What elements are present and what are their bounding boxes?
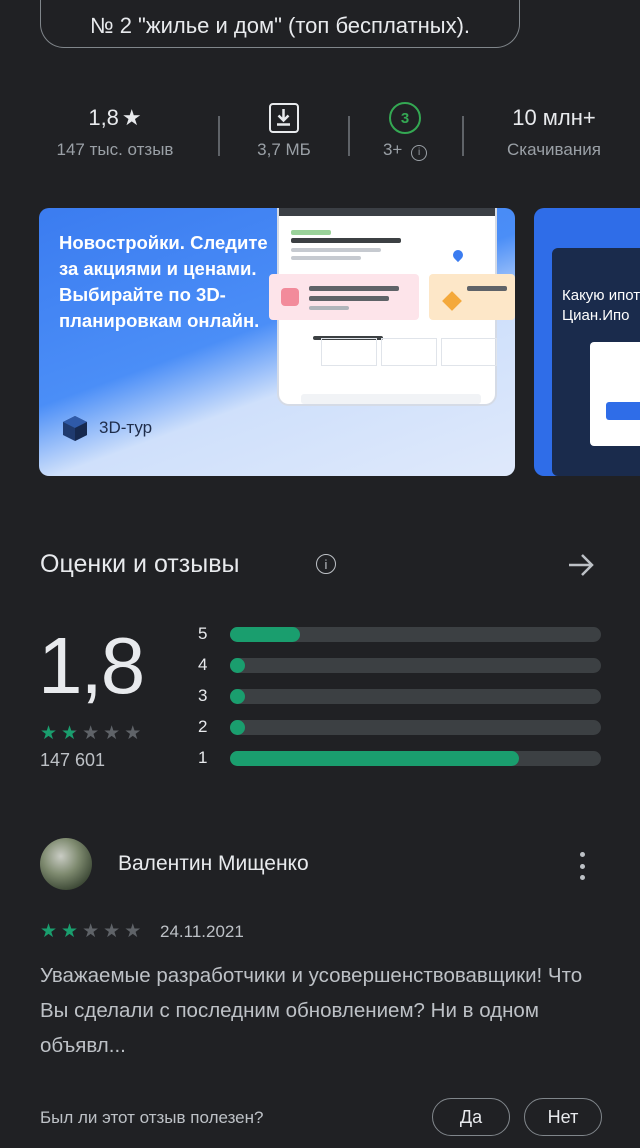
downloads-stat: 10 млн+ Скачивания	[484, 100, 624, 160]
rating-value: 1,8	[88, 105, 119, 130]
size-value: 3,7 МБ	[257, 140, 311, 159]
rating-bar-track	[230, 751, 601, 766]
info-icon[interactable]: i	[316, 554, 336, 574]
downloads-value: 10 млн+	[512, 105, 596, 130]
rating-bar-fill	[230, 720, 245, 735]
star-icon: ★	[40, 921, 58, 942]
rating-bar-fill	[230, 658, 245, 673]
cube-icon	[63, 416, 87, 441]
star-icon: ★	[40, 723, 58, 744]
star-icon: ★	[121, 105, 142, 130]
star-icon: ★	[82, 921, 100, 942]
divider	[218, 116, 220, 156]
ratings-section-title: Оценки и отзывы	[40, 550, 240, 578]
rating-bar-label: 1	[198, 748, 208, 767]
review-text[interactable]: Уважаемые разработчики и усовершенствова…	[40, 958, 610, 1063]
form-preview	[590, 342, 640, 446]
info-icon[interactable]: i	[411, 144, 428, 161]
category-chip[interactable]: № 2 "жилье и дом" (топ бесплатных).	[40, 0, 520, 48]
screenshot-promo-text: Новостройки. Следите за акциями и ценами…	[59, 232, 268, 331]
average-stars: ★ ★ ★ ★ ★	[40, 724, 145, 743]
age-label: 3+	[382, 140, 403, 159]
review-stars: ★ ★ ★ ★ ★	[40, 922, 145, 941]
screenshot-2[interactable]: Какую ипоте Циан.Ипо	[534, 208, 640, 476]
helpful-question: Был ли этот отзыв полезен?	[40, 1108, 264, 1127]
star-icon: ★	[103, 723, 121, 744]
stats-row: 1,8 ★ 147 тыс. отзыв 3,7 МБ 3 3+ i 10 мл…	[0, 100, 640, 180]
rating-bar-track	[230, 658, 601, 673]
rating-bar-fill	[230, 751, 519, 766]
rating-bar-label: 3	[198, 686, 208, 705]
arrow-right-icon[interactable]	[566, 550, 596, 580]
star-icon: ★	[61, 921, 79, 942]
apartments-preview	[321, 338, 507, 398]
star-icon: ★	[124, 723, 142, 744]
rating-bar-track	[230, 627, 601, 642]
rating-bar-label: 2	[198, 717, 208, 736]
screenshot-1[interactable]: Новостройки. Следите за акциями и ценами…	[39, 208, 515, 476]
age-stat[interactable]: 3 3+ i	[360, 100, 450, 161]
tour-text: 3D-тур	[99, 418, 153, 437]
divider	[462, 116, 464, 156]
review-date: 24.11.2021	[160, 922, 244, 941]
download-icon	[269, 103, 299, 133]
rating-bar-fill	[230, 627, 300, 642]
reviews-count-label: 147 тыс. отзыв	[56, 140, 174, 159]
average-rating: 1,8	[38, 621, 145, 710]
total-ratings-count: 147 601	[40, 750, 106, 770]
star-icon: ★	[103, 921, 121, 942]
divider	[348, 116, 350, 156]
age-rating-icon: 3	[389, 102, 421, 134]
downloads-label: Скачивания	[507, 140, 601, 159]
helpful-yes-button[interactable]: Да	[432, 1098, 510, 1136]
rating-stat[interactable]: 1,8 ★ 147 тыс. отзыв	[40, 100, 190, 160]
star-icon: ★	[124, 921, 142, 942]
size-stat: 3,7 МБ	[234, 100, 334, 160]
star-icon: ★	[61, 723, 79, 744]
screenshot-promo-text: Какую ипоте Циан.Ипо	[562, 287, 640, 324]
rating-bar-label: 4	[198, 655, 208, 674]
rating-bar-fill	[230, 689, 245, 704]
star-icon: ★	[82, 723, 100, 744]
avatar	[40, 838, 92, 890]
rating-bar-track	[230, 720, 601, 735]
tour-label: 3D-тур	[61, 414, 152, 442]
rating-bar-track	[230, 689, 601, 704]
reviewer-name: Валентин Мищенко	[118, 852, 309, 875]
more-options-icon[interactable]	[572, 852, 592, 880]
promo-card	[429, 274, 515, 320]
helpful-no-button[interactable]: Нет	[524, 1098, 602, 1136]
rating-bar-label: 5	[198, 624, 208, 643]
promo-card	[269, 274, 419, 320]
